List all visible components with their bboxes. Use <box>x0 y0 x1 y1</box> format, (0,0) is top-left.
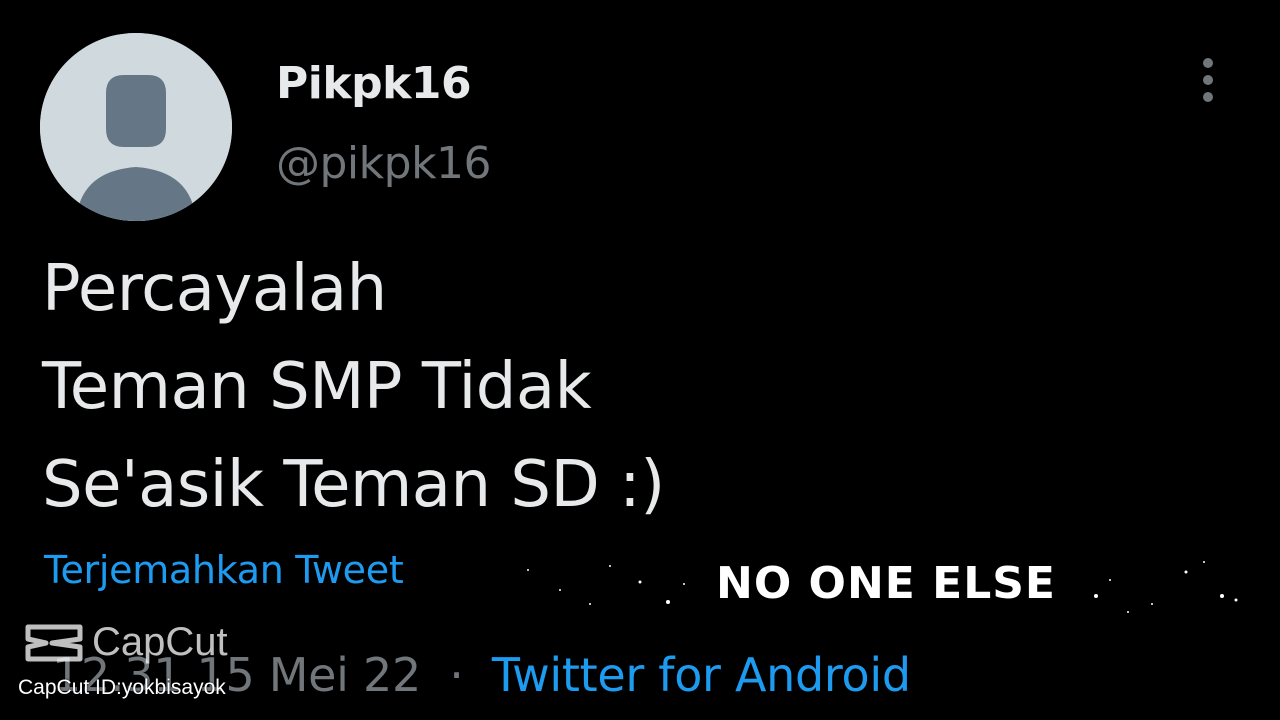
tweet-text-line: Teman SMP Tidak <box>42 350 592 424</box>
more-vertical-icon-dot <box>1203 75 1213 85</box>
capcut-watermark: CapCut <box>22 620 228 665</box>
tweet-text-line: Se'asik Teman SD :) <box>42 448 665 522</box>
tweet-source-link[interactable]: Twitter for Android <box>492 648 911 702</box>
capcut-id-watermark: CapCut ID:yokbisayok <box>18 676 226 699</box>
user-handle[interactable]: @pikpk16 <box>276 138 492 189</box>
display-name[interactable]: Pikpk16 <box>276 58 472 109</box>
tweet-text: Percayalah Teman SMP Tidak Se'asik Teman… <box>42 240 665 534</box>
tweet-date[interactable]: 15 Mei 22 <box>197 648 422 702</box>
default-avatar-icon <box>40 33 232 221</box>
translate-tweet-link[interactable]: Terjemahkan Tweet <box>44 548 404 592</box>
capcut-logo-icon <box>25 624 83 661</box>
avatar[interactable] <box>40 33 232 221</box>
tweet-text-line: Percayalah <box>42 252 387 326</box>
more-vertical-icon <box>1203 58 1213 68</box>
capcut-brand: CapCut <box>92 620 228 664</box>
more-vertical-icon-dot <box>1203 92 1213 102</box>
video-caption-overlay: NO ONE ELSE <box>716 558 1056 609</box>
meta-separator: · <box>449 648 464 702</box>
more-options-button[interactable] <box>1192 54 1224 106</box>
